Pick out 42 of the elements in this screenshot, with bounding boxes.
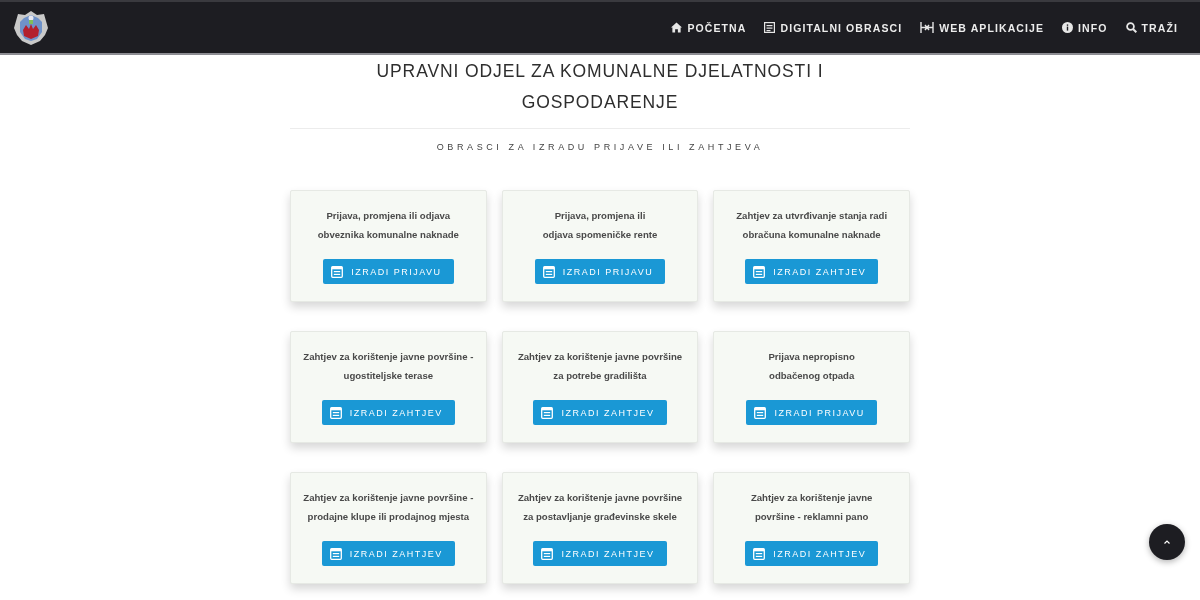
create-button[interactable]: IZRADI ZAHTJEV <box>533 541 667 566</box>
card-title: Zahtjev za utvrđivanje stanja radi obračuna komunalne naknade <box>736 209 888 242</box>
card-title: Zahtjev za korištenje javne površine - prodajne klupe ili prodajnog mjesta <box>303 491 474 524</box>
card-title: Prijava nepropisno odbačenog otpada <box>768 350 855 383</box>
form-icon <box>753 265 766 278</box>
form-icon <box>329 547 342 560</box>
page-subtitle: OBRASCI ZA IZRADU PRIJAVE ILI ZAHTJEVA <box>435 142 765 152</box>
page-title: UPRAVNI ODJEL ZA KOMUNALNE DJELATNOSTI I GOSPODARENJE <box>375 60 825 114</box>
form-icon <box>754 406 767 419</box>
nav-link[interactable]: POČETNA <box>671 21 747 34</box>
form-icon <box>753 547 766 560</box>
coat-of-arms-logo[interactable] <box>13 9 49 46</box>
create-button[interactable]: IZRADI ZAHTJEV <box>321 400 455 425</box>
network-icon <box>920 22 935 33</box>
form-icon <box>329 406 342 419</box>
info-icon <box>1062 22 1074 33</box>
nav-link[interactable]: DIGITALNI OBRASCI <box>764 21 903 34</box>
form-icon <box>541 547 554 560</box>
create-button[interactable]: IZRADI ZAHTJEV <box>745 259 879 284</box>
card-title: Zahtjev za korištenje javne površine - reklamni pano <box>750 491 873 524</box>
card-title: Zahtjev za korištenje javne površine za potrebe gradilišta <box>517 350 683 383</box>
form-icon <box>764 22 776 33</box>
create-button[interactable]: IZRADI ZAHTJEV <box>745 541 879 566</box>
nav-link[interactable]: TRAŽI <box>1125 21 1178 34</box>
home-icon <box>671 22 683 33</box>
card-title: Zahtjev za korištenje javne površine - ugostiteljske terase <box>303 350 474 383</box>
form-icon <box>331 265 344 278</box>
scroll-to-top-button[interactable] <box>1149 524 1185 560</box>
card-title: Prijava, promjena ili odjava obveznika komunalne naknade <box>317 209 459 242</box>
create-button[interactable]: IZRADI PRIJAVU <box>746 400 877 425</box>
search-icon <box>1125 22 1137 33</box>
create-button[interactable]: IZRADI PRIJAVU <box>534 259 666 284</box>
card-title: Prijava, promjena ili odjava spomeničke rente <box>542 209 658 242</box>
form-icon <box>542 265 555 278</box>
form-icon <box>541 406 554 419</box>
card-title: Zahtjev za korištenje javne površine za postavljanje građevinske skele <box>517 491 683 524</box>
create-button[interactable]: IZRADI ZAHTJEV <box>533 400 667 425</box>
nav-link[interactable]: INFO <box>1062 21 1108 34</box>
nav-link[interactable]: WEB APLIKACIJE <box>920 21 1045 34</box>
caret-up-icon <box>1164 540 1170 544</box>
create-button[interactable]: IZRADI PRIJAVU <box>323 259 454 284</box>
create-button[interactable]: IZRADI ZAHTJEV <box>321 541 455 566</box>
